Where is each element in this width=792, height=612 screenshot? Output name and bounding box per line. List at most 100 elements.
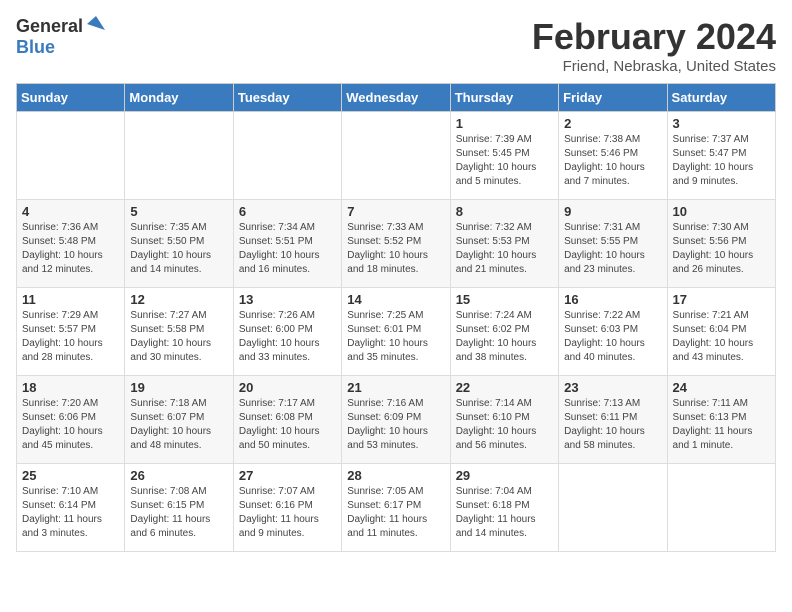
day-number: 28	[347, 468, 444, 483]
calendar-cell: 7 Sunrise: 7:33 AM Sunset: 5:52 PM Daylig…	[342, 200, 450, 288]
calendar-week-row: 4 Sunrise: 7:36 AM Sunset: 5:48 PM Daylig…	[17, 200, 776, 288]
day-number: 9	[564, 204, 661, 219]
day-number: 26	[130, 468, 227, 483]
day-number: 24	[673, 380, 770, 395]
calendar-cell: 10Sunrise: 7:30 AM Sunset: 5:56 PM Dayli…	[667, 200, 775, 288]
day-number: 23	[564, 380, 661, 395]
weekday-header-friday: Friday	[559, 84, 667, 112]
day-number: 16	[564, 292, 661, 307]
calendar-cell: 4 Sunrise: 7:36 AM Sunset: 5:48 PM Daylig…	[17, 200, 125, 288]
day-number: 25	[22, 468, 119, 483]
day-number: 21	[347, 380, 444, 395]
calendar-cell	[559, 464, 667, 552]
day-info: Sunrise: 7:24 AM Sunset: 6:02 PM Dayligh…	[456, 309, 553, 365]
day-number: 17	[673, 292, 770, 307]
day-info: Sunrise: 7:37 AM Sunset: 5:47 PM Dayligh…	[673, 133, 770, 189]
weekday-header-saturday: Saturday	[667, 84, 775, 112]
calendar-week-row: 18Sunrise: 7:20 AM Sunset: 6:06 PM Dayli…	[17, 376, 776, 464]
day-info: Sunrise: 7:31 AM Sunset: 5:55 PM Dayligh…	[564, 221, 661, 277]
calendar-cell: 22 Sunrise: 7:14 AM Sunset: 6:10 PM Dayli…	[450, 376, 558, 464]
day-number: 6	[239, 204, 336, 219]
day-info: Sunrise: 7:26 AM Sunset: 6:00 PM Dayligh…	[239, 309, 336, 365]
calendar-cell: 9 Sunrise: 7:31 AM Sunset: 5:55 PM Daylig…	[559, 200, 667, 288]
day-number: 22	[456, 380, 553, 395]
day-info: Sunrise: 7:34 AM Sunset: 5:51 PM Dayligh…	[239, 221, 336, 277]
logo: General Blue	[16, 16, 107, 58]
calendar-cell	[17, 112, 125, 200]
day-number: 20	[239, 380, 336, 395]
day-number: 19	[130, 380, 227, 395]
calendar-cell: 12 Sunrise: 7:27 AM Sunset: 5:58 PM Dayli…	[125, 288, 233, 376]
day-number: 2	[564, 116, 661, 131]
calendar-cell: 28 Sunrise: 7:05 AM Sunset: 6:17 PM Dayli…	[342, 464, 450, 552]
weekday-header-row: SundayMondayTuesdayWednesdayThursdayFrid…	[17, 84, 776, 112]
calendar-cell: 21Sunrise: 7:16 AM Sunset: 6:09 PM Dayli…	[342, 376, 450, 464]
day-info: Sunrise: 7:27 AM Sunset: 5:58 PM Dayligh…	[130, 309, 227, 365]
logo-blue-text: Blue	[16, 37, 55, 58]
weekday-header-wednesday: Wednesday	[342, 84, 450, 112]
calendar-cell: 8Sunrise: 7:32 AM Sunset: 5:53 PM Daylig…	[450, 200, 558, 288]
day-info: Sunrise: 7:30 AM Sunset: 5:56 PM Dayligh…	[673, 221, 770, 277]
weekday-header-tuesday: Tuesday	[233, 84, 341, 112]
day-info: Sunrise: 7:14 AM Sunset: 6:10 PM Dayligh…	[456, 397, 553, 453]
calendar-cell	[125, 112, 233, 200]
calendar-week-row: 11 Sunrise: 7:29 AM Sunset: 5:57 PM Dayli…	[17, 288, 776, 376]
calendar-cell: 1 Sunrise: 7:39 AM Sunset: 5:45 PM Daylig…	[450, 112, 558, 200]
calendar-cell: 26 Sunrise: 7:08 AM Sunset: 6:15 PM Dayli…	[125, 464, 233, 552]
calendar-cell: 3 Sunrise: 7:37 AM Sunset: 5:47 PM Daylig…	[667, 112, 775, 200]
calendar-cell: 20 Sunrise: 7:17 AM Sunset: 6:08 PM Dayli…	[233, 376, 341, 464]
day-info: Sunrise: 7:22 AM Sunset: 6:03 PM Dayligh…	[564, 309, 661, 365]
calendar-cell: 23 Sunrise: 7:13 AM Sunset: 6:11 PM Dayli…	[559, 376, 667, 464]
day-number: 14	[347, 292, 444, 307]
day-number: 3	[673, 116, 770, 131]
calendar-cell: 19 Sunrise: 7:18 AM Sunset: 6:07 PM Dayli…	[125, 376, 233, 464]
day-info: Sunrise: 7:29 AM Sunset: 5:57 PM Dayligh…	[22, 309, 119, 365]
calendar-cell: 13Sunrise: 7:26 AM Sunset: 6:00 PM Dayli…	[233, 288, 341, 376]
calendar-cell: 11 Sunrise: 7:29 AM Sunset: 5:57 PM Dayli…	[17, 288, 125, 376]
day-info: Sunrise: 7:18 AM Sunset: 6:07 PM Dayligh…	[130, 397, 227, 453]
day-info: Sunrise: 7:04 AM Sunset: 6:18 PM Dayligh…	[456, 485, 553, 541]
day-info: Sunrise: 7:21 AM Sunset: 6:04 PM Dayligh…	[673, 309, 770, 365]
day-info: Sunrise: 7:08 AM Sunset: 6:15 PM Dayligh…	[130, 485, 227, 541]
calendar-week-row: 25 Sunrise: 7:10 AM Sunset: 6:14 PM Dayli…	[17, 464, 776, 552]
calendar-cell: 2 Sunrise: 7:38 AM Sunset: 5:46 PM Daylig…	[559, 112, 667, 200]
calendar-cell: 5Sunrise: 7:35 AM Sunset: 5:50 PM Daylig…	[125, 200, 233, 288]
day-info: Sunrise: 7:17 AM Sunset: 6:08 PM Dayligh…	[239, 397, 336, 453]
weekday-header-thursday: Thursday	[450, 84, 558, 112]
day-info: Sunrise: 7:13 AM Sunset: 6:11 PM Dayligh…	[564, 397, 661, 453]
logo-general-text: General	[16, 16, 83, 37]
day-info: Sunrise: 7:39 AM Sunset: 5:45 PM Dayligh…	[456, 133, 553, 189]
day-number: 5	[130, 204, 227, 219]
day-number: 1	[456, 116, 553, 131]
day-info: Sunrise: 7:11 AM Sunset: 6:13 PM Dayligh…	[673, 397, 770, 453]
weekday-header-monday: Monday	[125, 84, 233, 112]
calendar-cell: 25 Sunrise: 7:10 AM Sunset: 6:14 PM Dayli…	[17, 464, 125, 552]
logo-bird-icon	[85, 14, 107, 36]
day-number: 18	[22, 380, 119, 395]
calendar-cell	[233, 112, 341, 200]
calendar-cell: 6 Sunrise: 7:34 AM Sunset: 5:51 PM Daylig…	[233, 200, 341, 288]
calendar-cell: 18Sunrise: 7:20 AM Sunset: 6:06 PM Dayli…	[17, 376, 125, 464]
calendar-cell: 15Sunrise: 7:24 AM Sunset: 6:02 PM Dayli…	[450, 288, 558, 376]
day-info: Sunrise: 7:07 AM Sunset: 6:16 PM Dayligh…	[239, 485, 336, 541]
calendar-cell: 29 Sunrise: 7:04 AM Sunset: 6:18 PM Dayli…	[450, 464, 558, 552]
day-info: Sunrise: 7:25 AM Sunset: 6:01 PM Dayligh…	[347, 309, 444, 365]
day-info: Sunrise: 7:10 AM Sunset: 6:14 PM Dayligh…	[22, 485, 119, 541]
day-info: Sunrise: 7:05 AM Sunset: 6:17 PM Dayligh…	[347, 485, 444, 541]
location-title: Friend, Nebraska, United States	[532, 58, 776, 75]
calendar-table: SundayMondayTuesdayWednesdayThursdayFrid…	[16, 83, 776, 552]
day-number: 8	[456, 204, 553, 219]
calendar-cell	[667, 464, 775, 552]
day-number: 7	[347, 204, 444, 219]
day-number: 12	[130, 292, 227, 307]
weekday-header-sunday: Sunday	[17, 84, 125, 112]
day-number: 29	[456, 468, 553, 483]
day-info: Sunrise: 7:33 AM Sunset: 5:52 PM Dayligh…	[347, 221, 444, 277]
month-title: February 2024	[532, 16, 776, 58]
calendar-cell: 17 Sunrise: 7:21 AM Sunset: 6:04 PM Dayli…	[667, 288, 775, 376]
calendar-cell: 16 Sunrise: 7:22 AM Sunset: 6:03 PM Dayli…	[559, 288, 667, 376]
day-info: Sunrise: 7:38 AM Sunset: 5:46 PM Dayligh…	[564, 133, 661, 189]
day-info: Sunrise: 7:36 AM Sunset: 5:48 PM Dayligh…	[22, 221, 119, 277]
day-number: 11	[22, 292, 119, 307]
day-number: 4	[22, 204, 119, 219]
